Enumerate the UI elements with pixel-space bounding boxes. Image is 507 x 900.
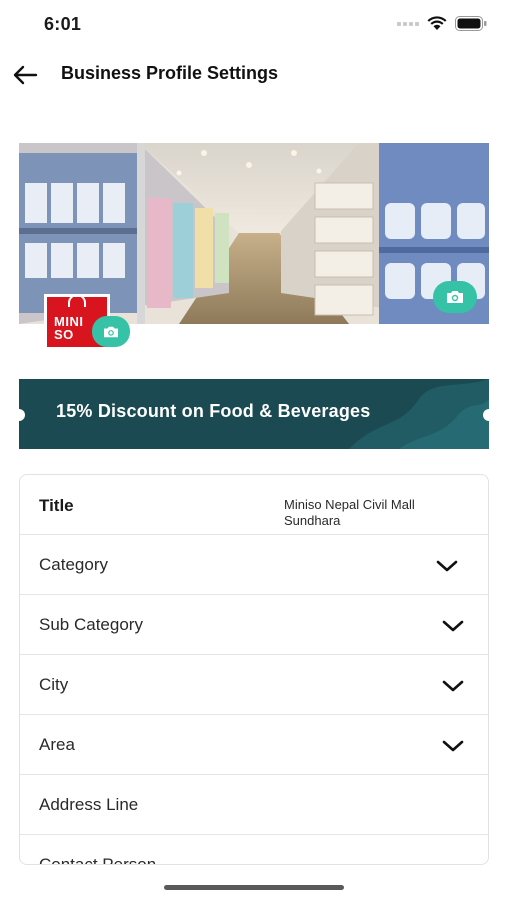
sub-category-select[interactable]: Sub Category [20,595,488,655]
contact-person-label: Contact Person [39,855,157,865]
address-line-label: Address Line [39,795,139,814]
chevron-down-icon [442,680,464,692]
promo-banner[interactable]: 15% Discount on Food & Beverages [19,379,489,449]
chevron-down-icon [436,560,458,572]
chevron-down-icon [442,620,464,632]
title-value[interactable]: Miniso Nepal Civil Mall Sundhara [284,497,474,529]
profile-form: Title Miniso Nepal Civil Mall Sundhara C… [19,474,489,865]
area-label: Area [39,735,75,754]
status-icons [397,16,487,31]
ticket-notch-right [483,409,489,421]
city-select[interactable]: City [20,655,488,715]
sub-category-label: Sub Category [39,615,143,634]
page-title: Business Profile Settings [61,63,279,83]
change-cover-button[interactable] [433,281,477,313]
arrow-left-icon [13,65,38,85]
home-indicator[interactable] [164,885,344,890]
status-bar: 6:01 [0,0,507,50]
address-line-field[interactable]: Address Line [20,775,488,835]
promo-text: 15% Discount on Food & Beverages [56,401,371,421]
app-header: Business Profile Settings [0,52,507,96]
battery-icon [455,16,487,31]
camera-icon [104,326,118,337]
contact-person-field[interactable]: Contact Person [20,835,488,865]
logo-text-bottom: SO [54,327,74,342]
area-select[interactable]: Area [20,715,488,775]
category-label: Category [39,555,108,574]
category-select[interactable]: Category [20,535,488,595]
wifi-icon [427,16,447,30]
cellular-signal-icon [397,21,419,26]
change-logo-button[interactable] [92,316,130,347]
city-label: City [39,675,69,694]
camera-icon [447,291,463,303]
chevron-down-icon [442,740,464,752]
status-time: 6:01 [44,14,82,34]
title-row[interactable]: Title Miniso Nepal Civil Mall Sundhara [20,475,488,535]
back-button[interactable] [10,60,40,90]
title-label: Title [39,496,74,515]
